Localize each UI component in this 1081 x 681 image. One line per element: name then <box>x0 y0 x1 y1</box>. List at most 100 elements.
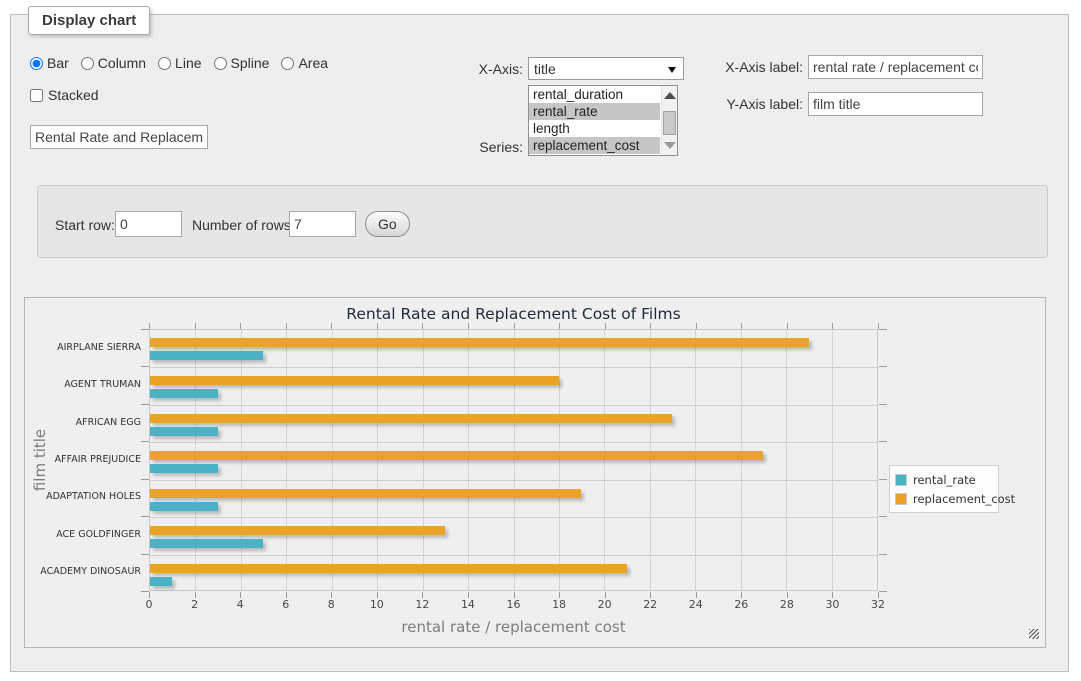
fieldset-legend: Display chart <box>28 6 150 35</box>
stacked-checkbox-row[interactable]: Stacked <box>30 87 99 103</box>
x-tick-mark <box>787 592 788 598</box>
scroll-down-icon[interactable] <box>664 142 676 149</box>
series-listbox[interactable]: rental_durationrental_ratelengthreplacem… <box>528 85 678 156</box>
stacked-label: Stacked <box>48 87 99 103</box>
plot-grid <box>149 329 878 591</box>
radio-bar[interactable] <box>30 57 43 70</box>
y-tick-mark <box>879 591 887 592</box>
chart-type-option-bar[interactable]: Bar <box>30 55 69 71</box>
x-tick-label: 16 <box>494 598 534 611</box>
legend-label: rental_rate <box>913 473 976 487</box>
x-tick-label: 12 <box>402 598 442 611</box>
radio-column[interactable] <box>81 57 94 70</box>
x-tick-label: 30 <box>812 598 852 611</box>
x-tick-label: 20 <box>585 598 625 611</box>
scroll-up-icon[interactable] <box>664 92 676 99</box>
legend-label: replacement_cost <box>913 492 1015 506</box>
x-tick-label: 32 <box>858 598 898 611</box>
radio-label: Bar <box>47 55 69 71</box>
x-tick-label: 26 <box>721 598 761 611</box>
bar-replacement_cost <box>150 414 672 423</box>
series-option-replacement_cost[interactable]: replacement_cost <box>529 137 660 154</box>
start-row-input[interactable] <box>115 211 182 237</box>
x-axis-selected-value: title <box>534 61 556 77</box>
band <box>150 405 877 442</box>
resize-grip-icon[interactable] <box>1029 629 1039 639</box>
band <box>150 367 877 404</box>
x-tick-mark <box>878 592 879 598</box>
band <box>150 480 877 517</box>
x-tick-mark <box>422 592 423 598</box>
number-of-rows-input[interactable] <box>289 211 356 237</box>
x-tick-label: 8 <box>311 598 351 611</box>
series-option-rental_duration[interactable]: rental_duration <box>529 86 660 103</box>
y-tick-mark <box>141 329 149 330</box>
x-tick-mark <box>195 592 196 598</box>
x-axis-label-caption: X-Axis label: <box>713 59 803 75</box>
y-tick-mark <box>879 479 887 480</box>
y-tick-mark <box>879 366 887 367</box>
series-option-rental_rate[interactable]: rental_rate <box>529 103 660 120</box>
x-tick-mark <box>240 592 241 598</box>
bar-rental_rate <box>150 577 172 586</box>
y-tick-mark <box>141 591 149 592</box>
radio-label: Spline <box>231 55 270 71</box>
y-axis-title: film title <box>25 329 55 591</box>
x-tick-mark <box>514 592 515 598</box>
x-tick-mark <box>878 323 879 329</box>
stacked-checkbox[interactable] <box>30 89 43 102</box>
series-option-length[interactable]: length <box>529 120 660 137</box>
series-caption: Series: <box>430 139 523 155</box>
series-options: rental_durationrental_ratelengthreplacem… <box>529 86 677 154</box>
x-axis-select[interactable]: title <box>528 57 684 80</box>
listbox-scrollbar[interactable] <box>661 86 677 155</box>
chart-type-radio-group: Bar Column Line Spline Area <box>30 55 328 71</box>
y-tick-mark <box>141 404 149 405</box>
chart-type-option-column[interactable]: Column <box>81 55 146 71</box>
go-button[interactable]: Go <box>365 211 410 237</box>
chart-type-option-area[interactable]: Area <box>281 55 328 71</box>
x-tick-mark <box>149 592 150 598</box>
bar-replacement_cost <box>150 564 627 573</box>
radio-area[interactable] <box>281 57 294 70</box>
radio-label: Line <box>175 55 201 71</box>
legend-swatch <box>895 474 907 486</box>
radio-spline[interactable] <box>214 57 227 70</box>
chart-legend: rental_ratereplacement_cost <box>889 465 999 513</box>
y-tick-mark <box>141 479 149 480</box>
y-tick-mark <box>141 441 149 442</box>
scrollbar-thumb[interactable] <box>663 111 676 135</box>
y-tick-mark <box>879 516 887 517</box>
y-tick-mark <box>879 554 887 555</box>
x-tick-mark <box>741 592 742 598</box>
chart-type-option-spline[interactable]: Spline <box>214 55 270 71</box>
bar-rental_rate <box>150 539 263 548</box>
x-tick-mark <box>331 592 332 598</box>
x-axis-label-input[interactable] <box>808 55 983 79</box>
band <box>150 517 877 554</box>
y-tick-mark <box>141 366 149 367</box>
x-tick-label: 0 <box>129 598 169 611</box>
number-of-rows-label: Number of rows: <box>192 217 295 233</box>
bar-rental_rate <box>150 464 218 473</box>
bar-rental_rate <box>150 427 218 436</box>
x-tick-mark <box>286 592 287 598</box>
bar-replacement_cost <box>150 338 809 347</box>
band <box>150 442 877 479</box>
y-axis-label-input[interactable] <box>808 92 983 116</box>
bar-rental_rate <box>150 389 218 398</box>
x-tick-mark <box>468 592 469 598</box>
radio-line[interactable] <box>158 57 171 70</box>
chart-type-option-line[interactable]: Line <box>158 55 201 71</box>
bar-replacement_cost <box>150 376 559 385</box>
legend-swatch <box>895 493 907 505</box>
chart-title-input[interactable] <box>30 125 208 149</box>
radio-label: Column <box>98 55 146 71</box>
row-controls-panel <box>37 185 1048 258</box>
bar-rental_rate <box>150 502 218 511</box>
x-tick-label: 4 <box>220 598 260 611</box>
x-axis-caption: X-Axis: <box>430 61 523 77</box>
radio-label: Area <box>298 55 328 71</box>
chart-container: Rental Rate and Replacement Cost of Film… <box>24 297 1046 648</box>
chevron-down-icon <box>668 67 676 73</box>
